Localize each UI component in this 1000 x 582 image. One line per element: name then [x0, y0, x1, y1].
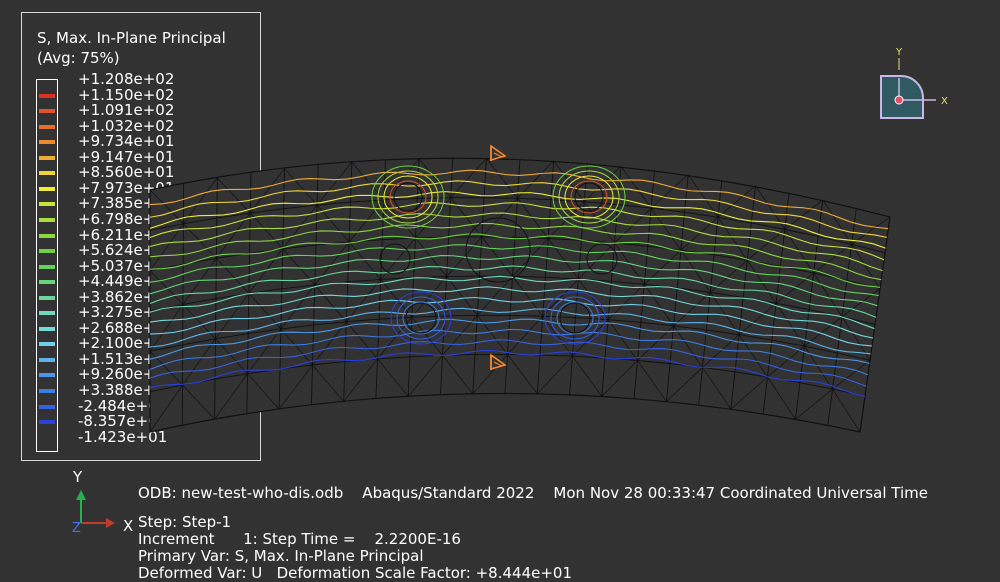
view-x-label: X	[123, 517, 133, 535]
finite-element-mesh	[149, 157, 891, 433]
odb-info: ODB: new-test-who-dis.odb Abaqus/Standar…	[138, 484, 928, 502]
view-y-label: Y	[72, 468, 83, 486]
view-z-label: Z	[72, 521, 81, 536]
triad-x-label: X	[941, 96, 948, 107]
view-axes-triad: Y X Z	[72, 468, 133, 536]
triad-y-label: Y	[895, 47, 903, 58]
primary-var-info: Primary Var: S, Max. In-Plane Principal	[138, 547, 424, 565]
orientation-triad[interactable]: Y X	[870, 42, 980, 127]
x-axis-arrow-icon	[106, 518, 115, 528]
deformed-var-info: Deformed Var: U Deformation Scale Factor…	[138, 564, 573, 582]
step-info: Step: Step-1	[138, 513, 232, 531]
increment-info: Increment 1: Step Time = 2.2200E-16	[138, 530, 461, 548]
y-axis-arrow-icon	[76, 490, 86, 500]
